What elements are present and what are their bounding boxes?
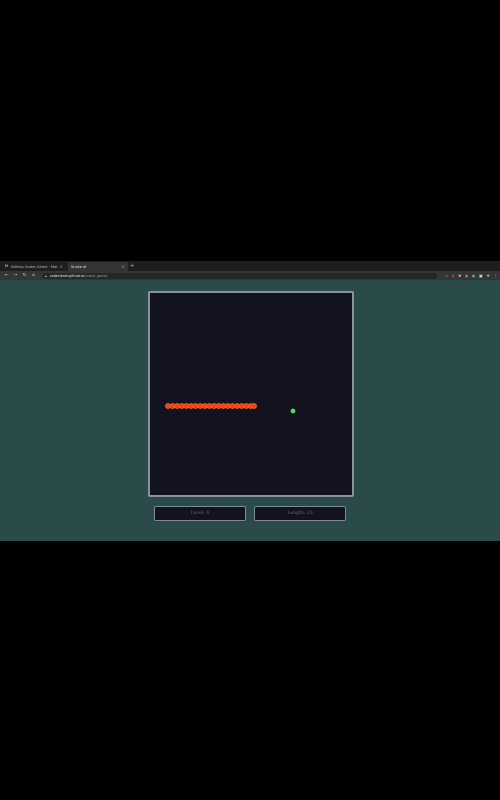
close-icon[interactable]: × [122, 264, 125, 269]
bookmark-icon[interactable]: ■ [479, 274, 482, 278]
tab-bar: M Editing Snake Game · Markup × Snake.dl… [0, 261, 500, 271]
new-tab-button[interactable]: + [130, 263, 134, 269]
food-pellet [290, 408, 296, 414]
address-host: codeclever.github.io [49, 273, 85, 278]
game-canvas [165, 403, 296, 414]
tab-snake[interactable]: Snake.dl × [68, 262, 128, 271]
snake-head [251, 403, 257, 409]
browser-window: M Editing Snake Game · Markup × Snake.dl… [0, 261, 500, 541]
back-icon[interactable]: ← [4, 273, 9, 278]
game-board[interactable] [148, 291, 354, 497]
length-display: Length: 20 [254, 506, 346, 521]
extensions-area: ☆ ▮ ✱ ◈ ● ■ ✚ ⋮ [441, 274, 497, 278]
markup-favicon-icon: M [5, 264, 9, 268]
extension-shield-icon[interactable]: ◈ [465, 274, 468, 278]
tab-label: Editing Snake Game · Markup [11, 264, 58, 269]
screen: M Editing Snake Game · Markup × Snake.dl… [0, 0, 500, 800]
puzzle-icon[interactable]: ✚ [487, 274, 490, 278]
address-path: /snake_game/ [84, 273, 108, 278]
address-bar[interactable]: 🔒︎ codeclever.github.io /snake_game/ [42, 272, 437, 279]
star-icon[interactable]: ☆ [445, 274, 448, 278]
level-display: Level: 4 [154, 506, 246, 521]
home-icon[interactable]: ⌂ [31, 273, 36, 278]
tab-editing[interactable]: M Editing Snake Game · Markup × [2, 262, 66, 271]
close-icon[interactable]: × [60, 264, 63, 269]
extension-teal-icon[interactable]: ● [472, 274, 475, 278]
lock-icon: 🔒︎ [45, 273, 47, 278]
reload-icon[interactable]: ↻ [22, 273, 27, 278]
game-page: Level: 4 Length: 20 [0, 280, 500, 541]
menu-icon[interactable]: ⋮ [494, 274, 498, 278]
tab-label: Snake.dl [71, 264, 87, 269]
browser-toolbar: ← → ↻ ⌂ 🔒︎ codeclever.github.io /snake_g… [0, 271, 500, 280]
extension-gear-icon[interactable]: ✱ [458, 274, 461, 278]
forward-icon[interactable]: → [13, 273, 18, 278]
extension-red-icon[interactable]: ▮ [452, 274, 454, 278]
